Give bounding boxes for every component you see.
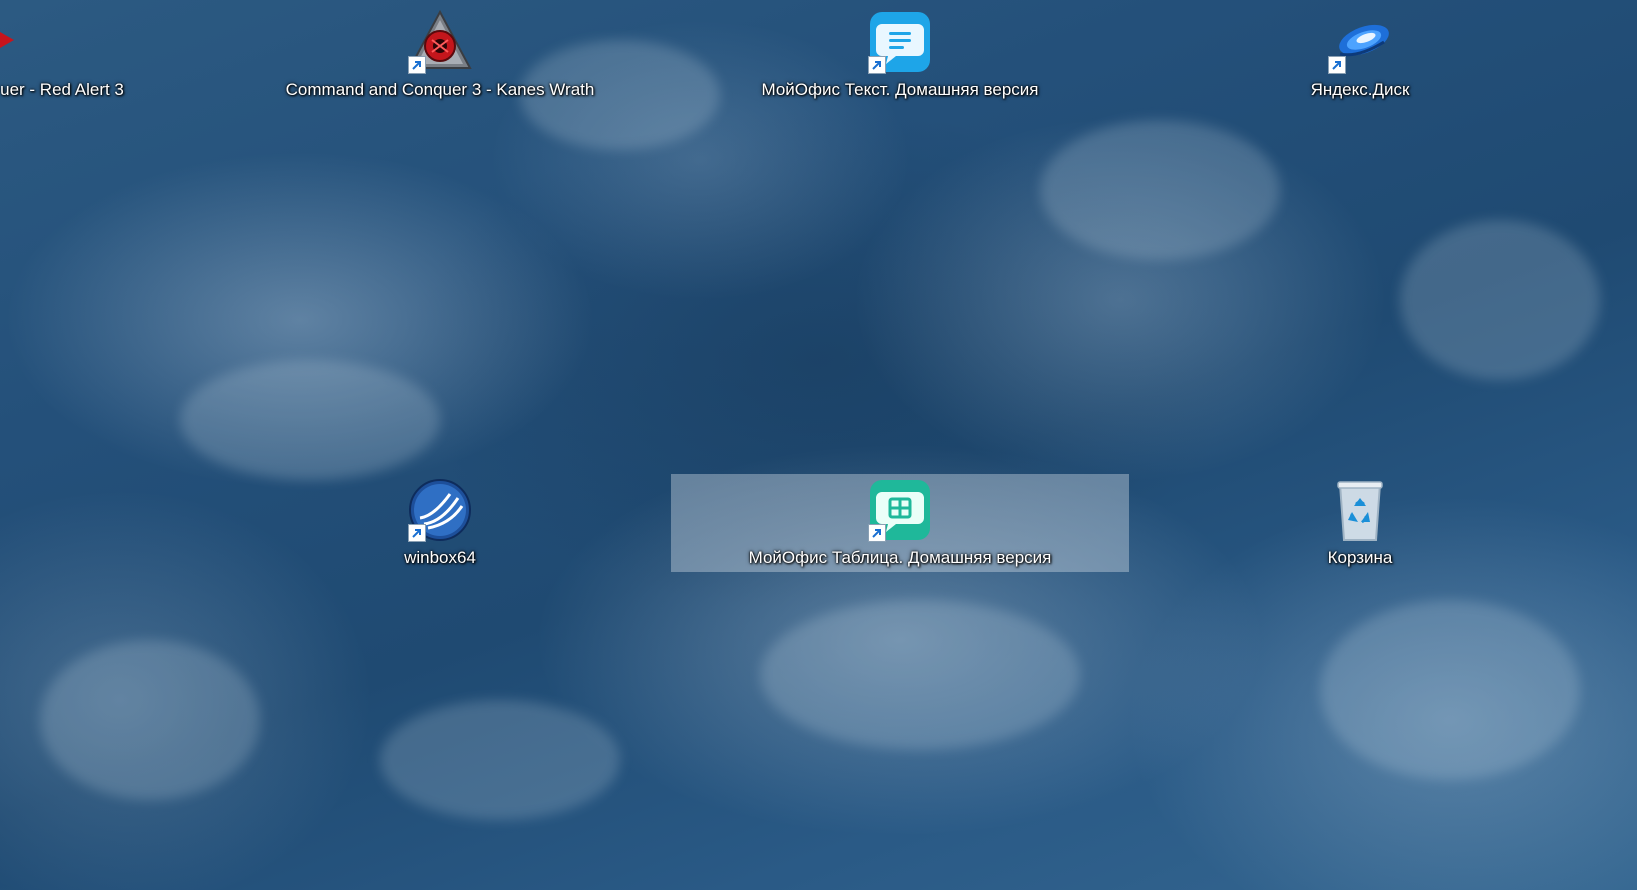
foam-shape <box>380 700 620 820</box>
icon-label: Яндекс.Диск <box>1310 80 1410 99</box>
desktop-icon-kanes-wrath[interactable]: Command and Conquer 3 - Kanes Wrath <box>286 9 594 100</box>
shortcut-arrow-icon <box>408 56 426 74</box>
yandex-disk-icon <box>1328 10 1392 74</box>
foam-shape <box>180 360 440 480</box>
foam-shape <box>1400 220 1600 380</box>
red-star-icon <box>0 32 14 48</box>
icon-label: Command and Conquer 3 - Kanes Wrath <box>285 80 595 99</box>
icon-label: МойОфис Таблица. Домашняя версия <box>748 548 1052 567</box>
shortcut-arrow-icon <box>868 56 886 74</box>
desktop-icon-yandex-disk[interactable]: Яндекс.Диск <box>1240 10 1480 100</box>
icon-label: МойОфис Текст. Домашняя версия <box>761 80 1039 99</box>
foam-shape <box>1320 600 1580 780</box>
myoffice-table-icon <box>868 478 932 542</box>
winbox-icon <box>408 478 472 542</box>
desktop-icon-myoffice-table[interactable]: МойОфис Таблица. Домашняя версия <box>749 478 1051 568</box>
foam-shape <box>760 600 1080 750</box>
foam-shape <box>40 640 260 800</box>
kanes-wrath-icon <box>408 9 472 74</box>
desktop-icon-red-alert-3[interactable]: uer - Red Alert 3 <box>0 10 182 100</box>
desktop-icon-winbox64[interactable]: winbox64 <box>320 478 560 568</box>
icon-label: uer - Red Alert 3 <box>0 80 124 99</box>
shortcut-arrow-icon <box>868 524 886 542</box>
recycle-bin-icon <box>1328 478 1392 542</box>
foam-shape <box>1040 120 1280 260</box>
shortcut-arrow-icon <box>1328 56 1346 74</box>
shortcut-arrow-icon <box>408 524 426 542</box>
icon-label: winbox64 <box>404 548 476 567</box>
desktop-icon-recycle-bin[interactable]: Корзина <box>1240 478 1480 568</box>
desktop-icon-myoffice-text[interactable]: МойОфис Текст. Домашняя версия <box>762 10 1039 100</box>
myoffice-text-icon <box>868 10 932 74</box>
icon-label: Корзина <box>1327 548 1393 567</box>
